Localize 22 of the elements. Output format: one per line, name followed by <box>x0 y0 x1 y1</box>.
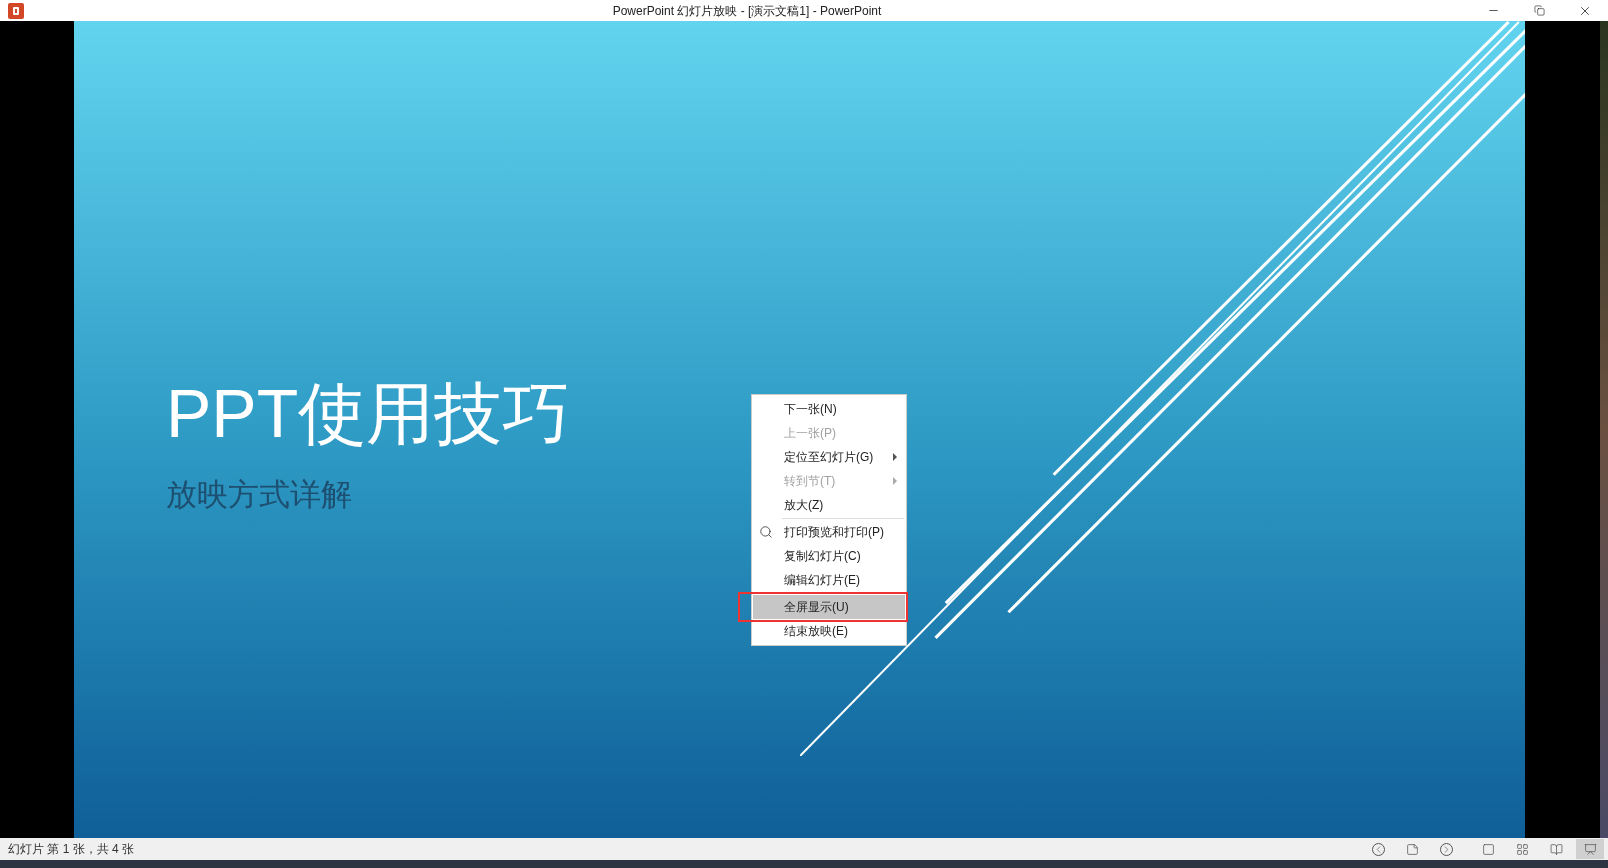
menu-item[interactable]: 打印预览和打印(P) <box>753 520 905 544</box>
submenu-arrow-icon <box>893 477 897 485</box>
menu-item[interactable]: 放大(Z) <box>753 493 905 517</box>
view-button[interactable] <box>1576 839 1604 859</box>
book-icon <box>1549 842 1563 856</box>
submenu-arrow-icon <box>893 453 897 461</box>
slide-icon <box>1405 842 1419 856</box>
menu-item[interactable]: 编辑幻灯片(E) <box>753 568 905 592</box>
menu-item[interactable]: 全屏显示(U) <box>753 595 905 619</box>
normal-view-icon <box>1481 842 1495 856</box>
print-preview-icon <box>759 525 773 539</box>
slide-title: PPT使用技巧 <box>166 379 571 447</box>
menu-item[interactable]: 结束放映(E) <box>753 619 905 643</box>
projector-icon <box>1583 842 1597 856</box>
menu-item[interactable]: 下一张(N) <box>753 397 905 421</box>
slide-subtitle: 放映方式详解 <box>166 479 353 510</box>
status-text: 幻灯片 第 1 张，共 4 张 <box>8 841 136 858</box>
window-title: PowerPoint 幻灯片放映 - [演示文稿1] - PowerPoint <box>612 2 882 20</box>
grid-icon <box>1515 842 1529 856</box>
menu-item[interactable]: 定位至幻灯片(G) <box>753 445 905 469</box>
menu-item[interactable]: 复制幻灯片(C) <box>753 544 905 568</box>
restore-icon <box>1533 5 1545 16</box>
